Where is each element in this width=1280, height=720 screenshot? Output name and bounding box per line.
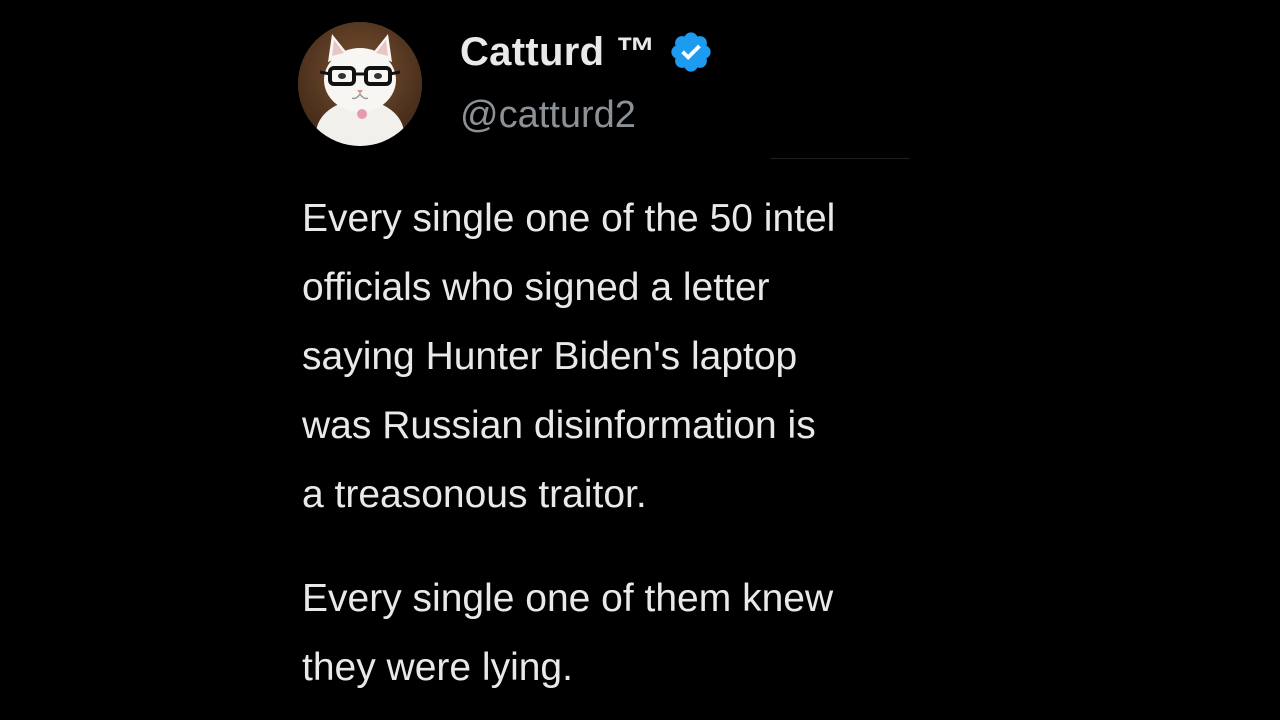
- tweet-text-line: officials who signed a letter: [302, 266, 770, 309]
- tweet-text-line: a treasonous traitor.: [302, 473, 647, 516]
- tweet-text-line: they were lying.: [302, 646, 573, 689]
- tweet-paragraph-1: Every single one of the 50 intel officia…: [302, 184, 1262, 529]
- user-handle[interactable]: @catturd2: [460, 94, 636, 137]
- cat-avatar-icon: [298, 22, 422, 146]
- avatar[interactable]: [298, 22, 422, 146]
- tweet-text-line: Every single one of the 50 intel: [302, 197, 836, 240]
- tweet-text-line: saying Hunter Biden's laptop: [302, 335, 798, 378]
- verified-badge-icon[interactable]: [668, 29, 714, 75]
- display-name[interactable]: Catturd ™: [460, 30, 656, 75]
- tweet-paragraph-2: Every single one of them knew they were …: [302, 564, 1262, 702]
- tweet-text-line: Every single one of them knew: [302, 577, 834, 620]
- author-name-row[interactable]: Catturd ™: [460, 26, 714, 78]
- tweet-screenshot: Catturd ™ @catturd2 Every single one of …: [0, 0, 1280, 720]
- divider: [770, 158, 910, 159]
- tweet-text-line: was Russian disinformation is: [302, 404, 816, 447]
